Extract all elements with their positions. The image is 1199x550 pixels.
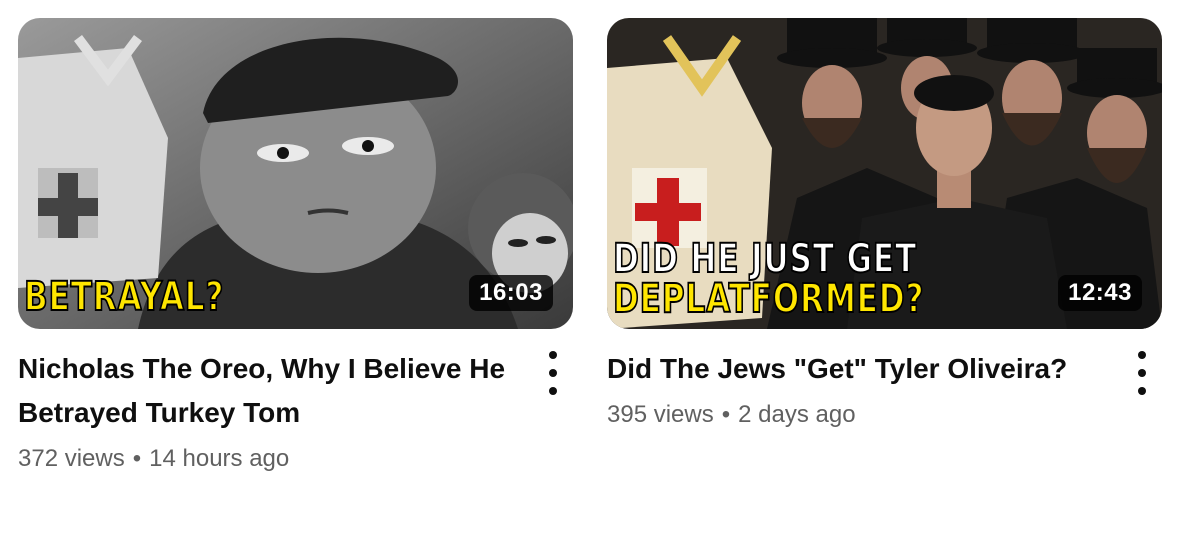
upload-age: 14 hours ago	[149, 445, 290, 472]
video-title[interactable]: Did The Jews "Get" Tyler Oliveira?	[607, 347, 1117, 391]
upload-age: 2 days ago	[738, 401, 856, 428]
separator-dot: •	[721, 401, 731, 428]
thumbnail-caption-line-1: DID HE JUST GET	[612, 236, 918, 282]
duration-badge: 12:43	[1058, 275, 1142, 311]
video-card[interactable]: DID HE JUST GET DEPLATFORMED? 12:43 Did …	[607, 18, 1162, 429]
more-vert-icon[interactable]	[541, 347, 565, 399]
view-count: 372 views	[18, 445, 125, 472]
video-card[interactable]: BETRAYAL? 16:03 Nicholas The Oreo, Why I…	[18, 18, 573, 473]
view-count: 395 views	[607, 401, 714, 428]
more-vert-icon[interactable]	[1130, 347, 1154, 399]
video-title[interactable]: Nicholas The Oreo, Why I Believe He Betr…	[18, 347, 528, 435]
thumbnail-caption: BETRAYAL?	[23, 274, 225, 320]
duration-badge: 16:03	[469, 275, 553, 311]
thumbnail-caption-line-2: DEPLATFORMED?	[612, 276, 925, 322]
video-thumbnail[interactable]: DID HE JUST GET DEPLATFORMED? 12:43	[607, 18, 1162, 329]
video-stats: 395 views • 2 days ago	[607, 401, 1162, 429]
video-stats: 372 views • 14 hours ago	[18, 445, 573, 473]
video-thumbnail[interactable]: BETRAYAL? 16:03	[18, 18, 573, 329]
separator-dot: •	[132, 445, 142, 472]
